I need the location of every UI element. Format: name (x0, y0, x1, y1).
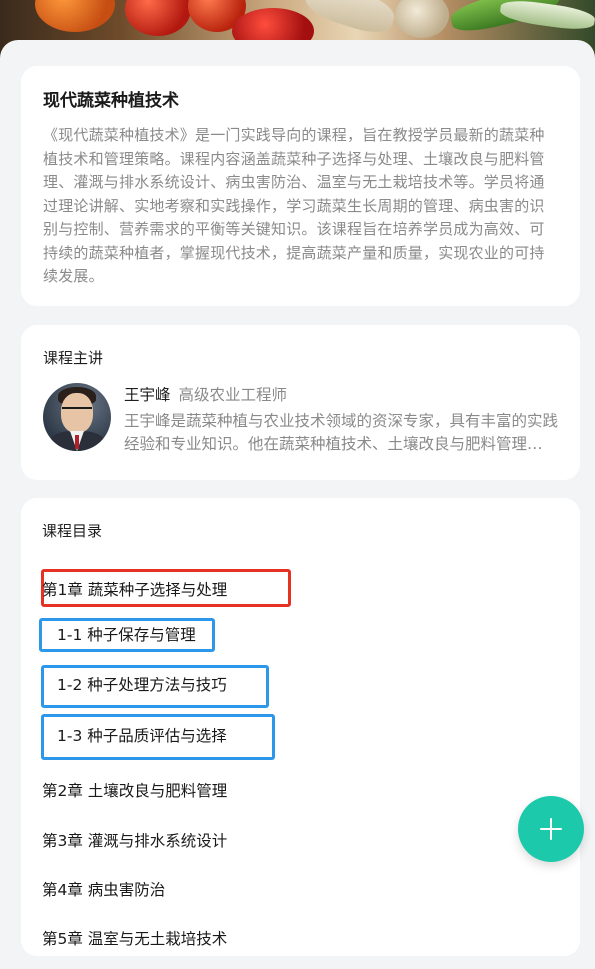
catalog-section-label: 课程目录 (42, 522, 103, 540)
lecturer-name: 王宇峰 (124, 386, 171, 404)
chapter-item[interactable]: 第2章 土壤改良与肥料管理 (42, 780, 227, 802)
content-sheet: 现代蔬菜种植技术 《现代蔬菜种植技术》是一门实践导向的课程，旨在教授学员最新的蔬… (0, 40, 595, 969)
course-description: 《现代蔬菜种植技术》是一门实践导向的课程，旨在教授学员最新的蔬菜种植技术和管理策… (43, 126, 545, 285)
section-item[interactable]: 1-1 种子保存与管理 (57, 624, 196, 646)
lecturer-title: 高级农业工程师 (178, 386, 288, 404)
lecturer-row[interactable]: 王宇峰 高级农业工程师 王宇峰是蔬菜种植与农业技术领域的资深专家，具有丰富的实践经… (43, 383, 558, 463)
lecturer-info: 王宇峰 高级农业工程师 王宇峰是蔬菜种植与农业技术领域的资深专家，具有丰富的实践经… (124, 383, 558, 456)
plus-icon (540, 818, 562, 840)
chapter-item[interactable]: 第5章 温室与无土栽培技术 (42, 928, 227, 950)
chapter-item[interactable]: 第4章 病虫害防治 (42, 879, 165, 901)
catalog-card: 课程目录 第1章 蔬菜种子选择与处理 1-1 种子保存与管理 1-2 种子处理方… (21, 498, 580, 956)
lecturer-section-label: 课程主讲 (43, 349, 104, 367)
lecturer-avatar[interactable] (43, 383, 111, 451)
course-title: 现代蔬菜种植技术 (43, 91, 179, 111)
chapter-item[interactable]: 第3章 灌溉与排水系统设计 (42, 830, 227, 852)
lecturer-bio: 王宇峰是蔬菜种植与农业技术领域的资深专家，具有丰富的实践经验和专业知识。他在蔬菜… (124, 412, 558, 453)
section-item[interactable]: 1-2 种子处理方法与技巧 (57, 674, 227, 696)
lecturer-card[interactable]: 课程主讲 王宇峰 高级农业工程师 王宇峰是蔬菜种植与农业技术领域的资深专家，具有丰… (21, 325, 580, 480)
add-button[interactable] (518, 796, 584, 862)
section-item[interactable]: 1-3 种子品质评估与选择 (57, 725, 227, 747)
course-intro-card: 现代蔬菜种植技术 《现代蔬菜种植技术》是一门实践导向的课程，旨在教授学员最新的蔬… (21, 66, 580, 306)
chapter-item[interactable]: 第1章 蔬菜种子选择与处理 (42, 579, 227, 601)
